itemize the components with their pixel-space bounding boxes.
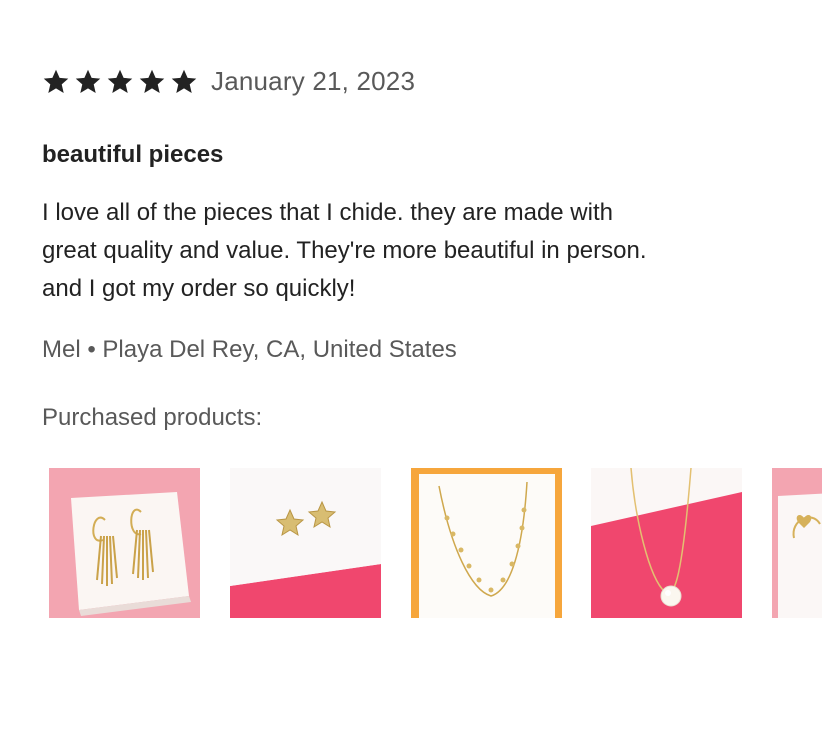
product-thumbnail[interactable] <box>591 468 742 618</box>
product-thumbnail[interactable] <box>411 468 562 618</box>
star-icon <box>139 69 165 93</box>
review-body-line: and I got my order so quickly! <box>42 275 356 302</box>
review-title: beautiful pieces <box>42 141 224 168</box>
fringe-hoop-earrings-image <box>49 468 200 618</box>
pearl-pendant-necklace-image <box>591 468 742 618</box>
review-date: January 21, 2023 <box>211 66 416 96</box>
review-body-line: great quality and value. They're more be… <box>42 237 647 264</box>
star-stud-earrings-image <box>230 468 381 618</box>
star-icon <box>171 69 197 93</box>
review-body-line: I love all of the pieces that I chide. t… <box>42 199 613 226</box>
reviewer-info: Mel • Playa Del Rey, CA, United States <box>42 336 457 363</box>
charm-necklace-image <box>411 468 562 618</box>
star-icon <box>43 69 69 93</box>
product-thumbnail[interactable] <box>230 468 381 618</box>
star-rating <box>42 68 198 96</box>
heart-bracelet-image <box>772 468 822 618</box>
review-body: I love all of the pieces that I chide. t… <box>42 194 802 308</box>
purchased-products-label: Purchased products: <box>42 404 263 431</box>
product-thumbnail[interactable] <box>772 468 822 618</box>
star-icon <box>75 69 101 93</box>
star-icon <box>107 69 133 93</box>
product-thumbnail[interactable] <box>49 468 200 618</box>
rating-row: January 21, 2023 <box>42 66 415 97</box>
purchased-products-carousel[interactable] <box>49 468 822 618</box>
